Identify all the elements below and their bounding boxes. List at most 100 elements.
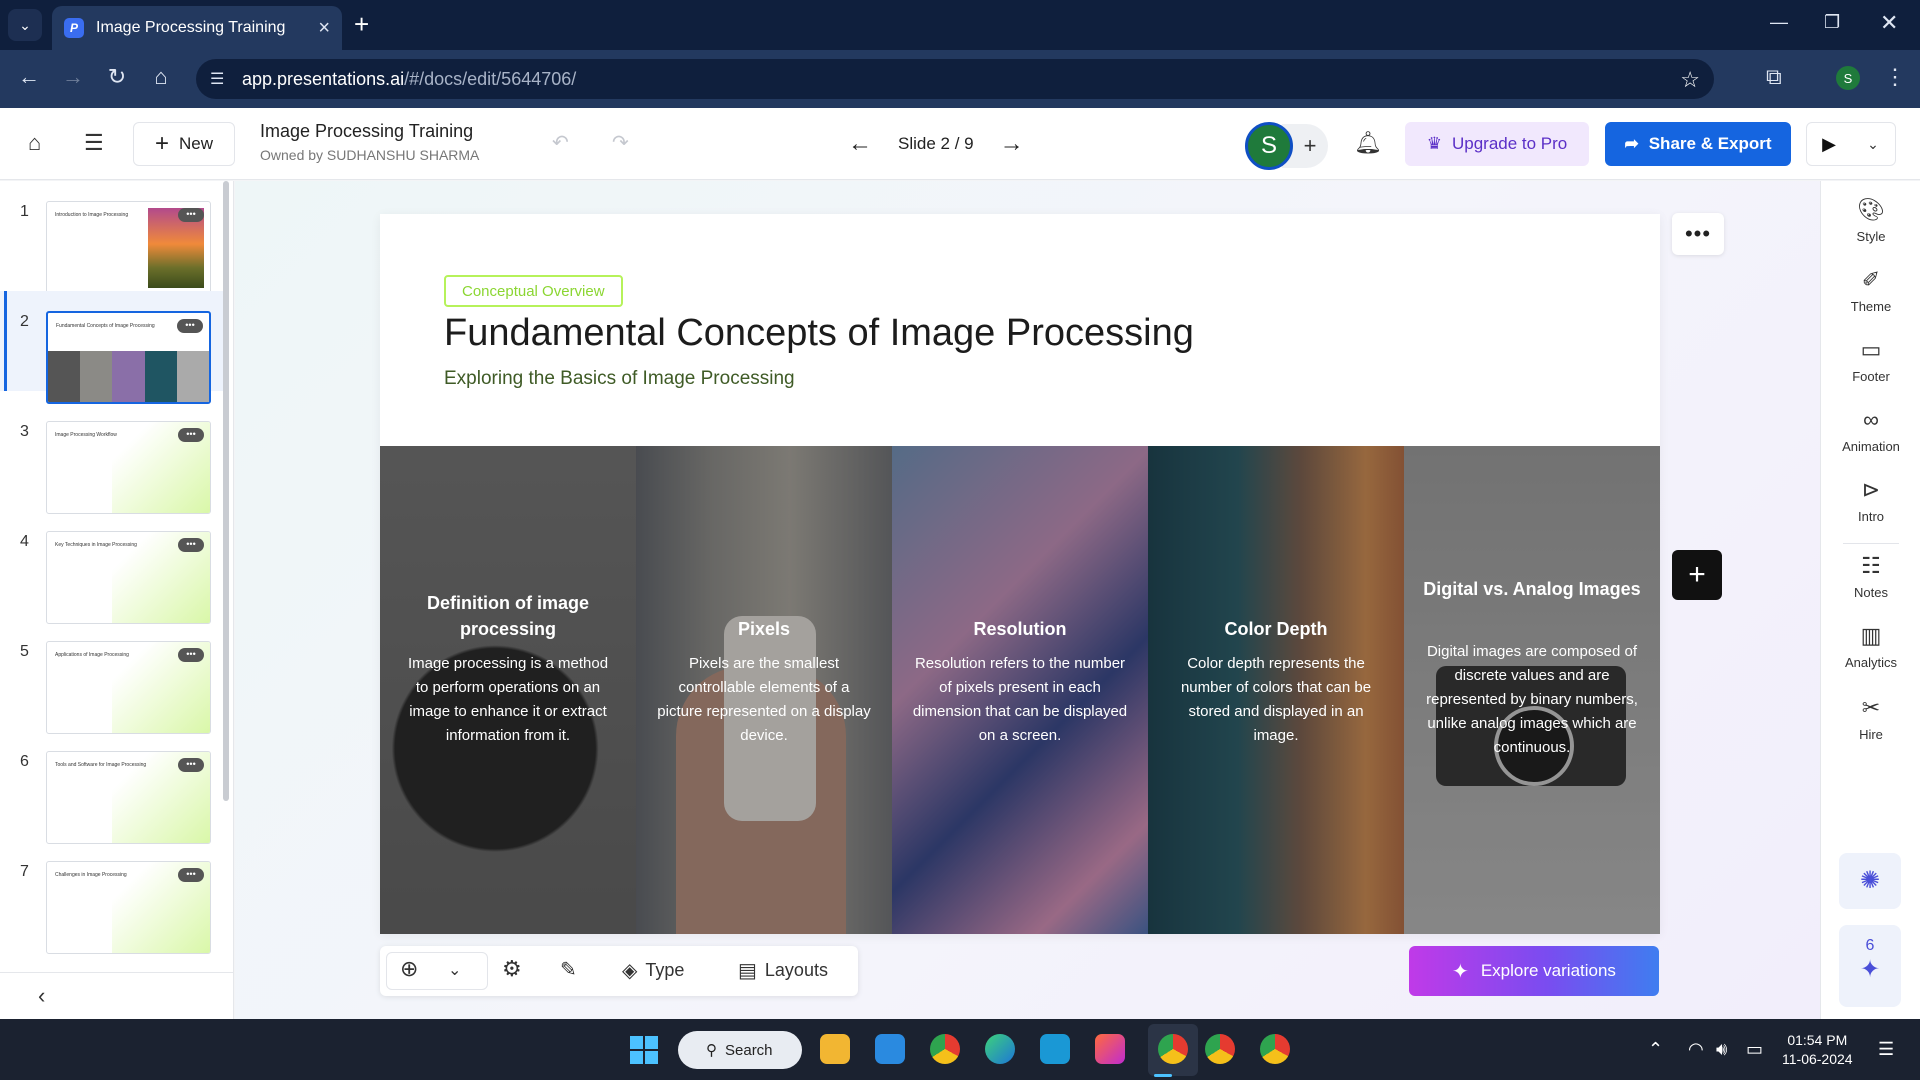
thumbnail-more-icon[interactable]: ••• [178, 758, 204, 772]
panel-body[interactable]: Image processing is a method to perform … [400, 652, 616, 748]
panel-title[interactable]: Resolution [906, 616, 1134, 642]
concept-panel-color-depth[interactable]: Color Depth Color depth represents the n… [1148, 446, 1404, 934]
style-tool[interactable]: 🎨︎ Style [1821, 197, 1920, 244]
notification-bell-icon[interactable]: 🔔︎ [1354, 130, 1382, 156]
explore-variations-button[interactable]: ✦ Explore variations [1409, 946, 1659, 996]
creative-cloud-icon[interactable] [1095, 1034, 1125, 1064]
ai-credits-button[interactable]: 6 ✦ [1839, 925, 1901, 1007]
notes-tool[interactable]: ☷ Notes [1821, 553, 1920, 600]
tab-search-button[interactable]: ⌄ [8, 9, 42, 41]
slide-thumbnail-6[interactable]: 6 Tools and Software for Image Processin… [0, 731, 224, 844]
chrome-second-icon[interactable] [1205, 1034, 1235, 1064]
panel-body[interactable]: Resolution refers to the number of pixel… [912, 652, 1128, 748]
thumbnail-scrollbar[interactable] [223, 181, 229, 801]
footer-tool[interactable]: ▭ Footer [1821, 337, 1920, 384]
notification-center-icon[interactable]: ☰ [1878, 1039, 1894, 1060]
minimize-icon[interactable]: — [1770, 12, 1788, 33]
animation-tool[interactable]: ∞ Animation [1821, 407, 1920, 454]
user-avatar[interactable]: S [1245, 122, 1293, 170]
site-info-icon[interactable]: ☰ [210, 69, 224, 89]
volume-icon[interactable]: 🔊︎ [1716, 1039, 1727, 1060]
section-chip[interactable]: Conceptual Overview [444, 275, 623, 307]
concept-panel-digital-analog[interactable]: Digital vs. Analog Images Digital images… [1404, 446, 1660, 934]
play-icon[interactable]: ▶ [1807, 134, 1851, 155]
next-slide-icon[interactable]: → [1000, 130, 1024, 158]
present-options-chevron-icon[interactable]: ⌄ [1851, 136, 1895, 153]
concept-panel-pixels[interactable]: Pixels Pixels are the smallest controlla… [636, 446, 892, 934]
new-tab-button[interactable]: + [354, 10, 369, 38]
browser-tab[interactable]: P Image Processing Training × [52, 6, 342, 50]
layouts-button[interactable]: ▤ Layouts [738, 958, 828, 983]
edit-pencil-icon[interactable]: ✎ [560, 957, 577, 982]
vscode-icon[interactable] [875, 1034, 905, 1064]
windows-start-icon[interactable] [630, 1036, 658, 1064]
add-slide-button[interactable]: + [1672, 550, 1722, 600]
slide-thumbnail-2[interactable]: 2 Fundamental Concepts of Image Processi… [0, 291, 224, 404]
slide-thumbnail-3[interactable]: 3 Image Processing Workflow ••• [0, 401, 224, 514]
taskbar-clock[interactable]: 01:54 PM 11-06-2024 [1782, 1031, 1853, 1069]
thumbnail-more-icon[interactable]: ••• [177, 319, 203, 333]
close-tab-icon[interactable]: × [318, 17, 330, 40]
browser-menu-icon[interactable]: ⋮ [1884, 64, 1906, 90]
chrome-profile-icon[interactable] [930, 1034, 960, 1064]
add-element-chevron-icon[interactable]: ⌄ [448, 960, 461, 980]
slide-more-options-button[interactable]: ••• [1672, 213, 1724, 255]
wifi-icon[interactable]: ◠ [1688, 1039, 1704, 1060]
panel-title[interactable]: Digital vs. Analog Images [1418, 576, 1646, 602]
theme-tool[interactable]: ✐ Theme [1821, 267, 1920, 314]
ai-assistant-button[interactable]: ✺ [1839, 853, 1901, 909]
edge-icon[interactable] [985, 1034, 1015, 1064]
type-button[interactable]: ◈ Type [622, 958, 684, 983]
back-icon[interactable]: ← [14, 64, 44, 90]
chrome-third-icon[interactable] [1260, 1034, 1290, 1064]
intro-tool[interactable]: ⊳ Intro [1821, 477, 1920, 524]
concept-panel-resolution[interactable]: Resolution Resolution refers to the numb… [892, 446, 1148, 934]
battery-icon[interactable]: ▭ [1746, 1039, 1763, 1060]
share-export-button[interactable]: ➦ Share & Export [1605, 122, 1791, 166]
thumbnail-more-icon[interactable]: ••• [178, 428, 204, 442]
bookmark-star-icon[interactable]: ☆ [1680, 67, 1700, 93]
slide-subtitle[interactable]: Exploring the Basics of Image Processing [444, 368, 795, 390]
panel-title[interactable]: Pixels [650, 616, 878, 642]
analytics-tool[interactable]: ▥ Analytics [1821, 623, 1920, 670]
panel-body[interactable]: Pixels are the smallest controllable ele… [656, 652, 872, 748]
reload-icon[interactable]: ↻ [102, 64, 132, 90]
thumbnail-more-icon[interactable]: ••• [178, 648, 204, 662]
taskbar-search[interactable]: ⚲ Search [678, 1031, 802, 1069]
thumbnail-more-icon[interactable]: ••• [178, 538, 204, 552]
extensions-icon[interactable]: ⧉ [1766, 64, 1782, 90]
panel-body[interactable]: Color depth represents the number of col… [1168, 652, 1384, 748]
redo-icon[interactable]: ↷ [612, 130, 629, 155]
thumbnail-more-icon[interactable]: ••• [178, 208, 204, 222]
home-icon[interactable]: ⌂ [146, 64, 176, 90]
new-button[interactable]: + New [133, 122, 235, 166]
panel-body[interactable]: Digital images are composed of discrete … [1424, 640, 1640, 760]
profile-avatar[interactable]: S [1836, 66, 1860, 90]
thumbnail-more-icon[interactable]: ••• [178, 868, 204, 882]
add-element-icon[interactable]: ⊕ [400, 956, 418, 982]
chrome-active-icon[interactable] [1158, 1034, 1188, 1064]
panel-title[interactable]: Definition of image processing [394, 590, 622, 642]
hire-tool[interactable]: ✂ Hire [1821, 695, 1920, 742]
home-icon[interactable]: ⌂ [28, 130, 41, 156]
document-title[interactable]: Image Processing Training [260, 121, 473, 142]
slide-title[interactable]: Fundamental Concepts of Image Processing [444, 312, 1194, 355]
url-input[interactable]: ☰ app.presentations.ai/#/docs/edit/56447… [196, 59, 1714, 99]
previous-slide-icon[interactable]: ← [848, 130, 872, 158]
slide-thumbnail-7[interactable]: 7 Challenges in Image Processing ••• [0, 841, 224, 954]
panel-title[interactable]: Color Depth [1162, 616, 1390, 642]
collapse-panel-icon[interactable]: ‹ [0, 972, 234, 1018]
file-explorer-icon[interactable] [820, 1034, 850, 1064]
slide-thumbnail-5[interactable]: 5 Applications of Image Processing ••• [0, 621, 224, 734]
forward-icon[interactable]: → [58, 64, 88, 90]
settings-gear-icon[interactable]: ⚙ [502, 956, 522, 982]
undo-icon[interactable]: ↶ [552, 130, 569, 155]
tray-overflow-chevron-icon[interactable]: ⌃ [1648, 1039, 1663, 1060]
slide-2[interactable]: Conceptual Overview Fundamental Concepts… [380, 214, 1660, 934]
slide-thumbnail-4[interactable]: 4 Key Techniques in Image Processing ••• [0, 511, 224, 624]
close-window-icon[interactable]: ✕ [1880, 10, 1898, 36]
prime-video-icon[interactable] [1040, 1034, 1070, 1064]
restore-icon[interactable]: ❐ [1824, 12, 1840, 33]
hamburger-menu-icon[interactable]: ☰ [84, 130, 104, 156]
upgrade-to-pro-button[interactable]: ♛ Upgrade to Pro [1405, 122, 1589, 166]
